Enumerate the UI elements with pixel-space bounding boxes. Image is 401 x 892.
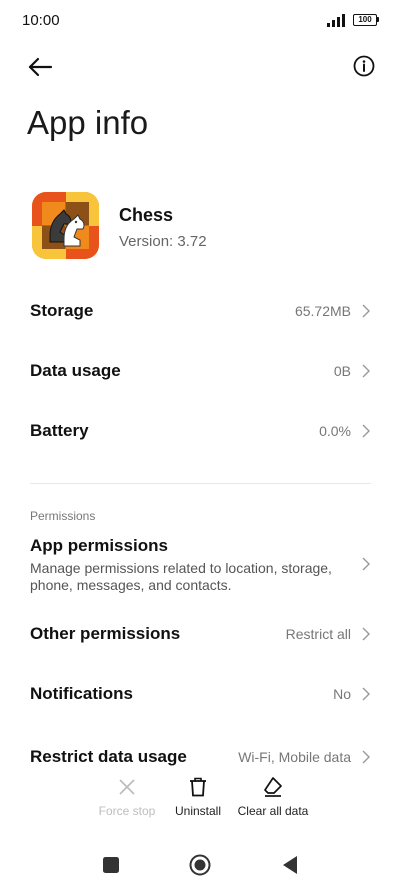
clear-all-data-label: Clear all data [237, 804, 309, 818]
divider [30, 483, 371, 484]
permissions-section-label: Permissions [30, 509, 96, 523]
chevron-right-icon [362, 627, 370, 641]
chevron-right-icon [362, 687, 370, 701]
notifications-label: Notifications [30, 684, 133, 703]
other-permissions-label: Other permissions [30, 624, 181, 643]
action-bar: Force stop Uninstall Clear all data [0, 766, 401, 826]
status-time: 10:00 [22, 12, 60, 29]
triangle-back-icon[interactable] [279, 854, 301, 876]
restrict-data-usage-row[interactable]: Restrict data usage Wi-Fi, Mobile data [30, 744, 371, 766]
chevron-right-icon [362, 557, 370, 571]
chevron-right-icon [362, 364, 370, 378]
storage-row[interactable]: Storage 65.72MB [30, 296, 371, 326]
other-permissions-value: Restrict all [285, 626, 351, 642]
other-permissions-row[interactable]: Other permissions Restrict all [30, 619, 371, 649]
data-usage-label: Data usage [30, 361, 121, 380]
force-stop-button[interactable]: Force stop [96, 776, 158, 818]
chevron-right-icon [362, 304, 370, 318]
signal-icon [327, 14, 345, 27]
eraser-icon [264, 777, 282, 797]
clear-all-data-button[interactable]: Clear all data [236, 776, 310, 818]
storage-label: Storage [30, 301, 94, 320]
battery-label: Battery [30, 421, 89, 440]
close-x-icon [119, 779, 135, 795]
notifications-row[interactable]: Notifications No [30, 679, 371, 709]
app-permissions-row[interactable]: App permissions Manage permissions relat… [30, 534, 371, 596]
data-usage-row[interactable]: Data usage 0B [30, 356, 371, 386]
chess-app-icon [32, 192, 99, 259]
storage-value: 65.72MB [294, 303, 351, 319]
battery-tip [377, 17, 379, 22]
uninstall-label: Uninstall [174, 804, 222, 818]
arrow-left-icon[interactable] [26, 54, 54, 80]
navigation-bar [0, 840, 401, 892]
data-usage-value: 0B [333, 363, 351, 379]
chevron-right-icon [362, 424, 370, 438]
battery-value: 0.0% [319, 423, 351, 439]
force-stop-label: Force stop [98, 804, 156, 818]
app-version: Version: 3.72 [119, 233, 207, 250]
circle-icon[interactable] [189, 854, 211, 876]
uninstall-button[interactable]: Uninstall [172, 776, 224, 818]
trash-icon [190, 777, 206, 797]
app-permissions-description: Manage permissions related to location, … [30, 560, 332, 593]
square-icon[interactable] [100, 854, 122, 876]
app-permissions-title: App permissions [30, 536, 168, 555]
page-title: App info [27, 104, 149, 141]
restrict-data-usage-value: Wi-Fi, Mobile data [238, 749, 351, 765]
app-name: Chess [119, 205, 174, 225]
battery-level: 100 [353, 14, 377, 26]
battery-row[interactable]: Battery 0.0% [30, 416, 371, 446]
battery-icon: 100 [353, 14, 379, 26]
chevron-right-icon [362, 750, 370, 764]
notifications-value: No [333, 686, 351, 702]
status-bar: 10:00 100 [0, 0, 401, 44]
info-circle-icon[interactable] [353, 55, 375, 77]
restrict-data-usage-label: Restrict data usage [30, 747, 187, 766]
